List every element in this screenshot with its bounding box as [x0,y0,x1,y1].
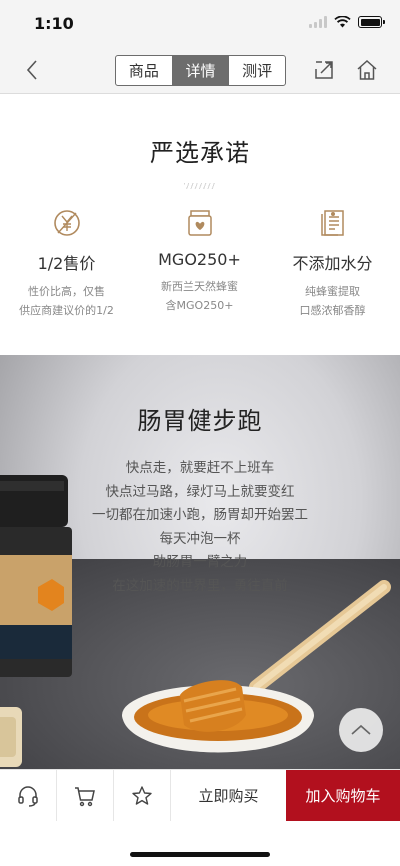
feature-desc: 新西兰天然蜂蜜 含MGO250+ [133,277,266,315]
battery-icon [358,16,385,28]
price-tag-icon [53,210,80,236]
home-indicator-area [0,821,400,866]
share-icon[interactable] [312,58,336,82]
hero-line: 快点过马路，绿灯马上就要变红 [105,483,295,500]
tab-reviews[interactable]: 测评 [228,56,285,85]
hero-title: 肠胃健步跑 [137,407,263,435]
scroll-to-top-button[interactable] [339,708,383,752]
hero-line: 一切都在加速小跑，肠胃却开始罢工 [92,507,308,523]
hero-line: 在这加速的世界里，勇往直前 [112,577,288,594]
document-icon [320,210,344,236]
hero-banner: 肠胃健步跑 快点走，就要赶不上班车 快点过马路，绿灯马上就要变红 一切都在加速小… [0,355,400,769]
cart-button[interactable] [57,770,114,821]
status-time: 1:10 [34,14,74,33]
customer-service-icon [18,785,38,807]
hero-line: 每天冲泡一杯 [159,530,241,547]
chevron-up-icon [351,724,371,735]
feature-desc-line: 含MGO250+ [165,299,234,312]
honey-jar-icon [187,210,212,236]
hero-copy: 快点走，就要赶不上班车 快点过马路，绿灯马上就要变红 一切都在加速小跑，肠胃却开… [0,457,400,598]
feature-title: MGO250+ [158,250,241,269]
feature-item-price: 1/2售价 性价比高，仅售 供应商建议价的1/2 [0,208,133,320]
chevron-left-icon [26,60,37,80]
feature-desc: 纯蜂蜜提取 口感浓郁香醇 [266,282,399,320]
customer-service-button[interactable] [0,770,57,821]
back-button[interactable] [20,58,44,82]
signal-icon [309,16,327,28]
favorite-button[interactable] [114,770,171,821]
cart-icon [75,786,95,806]
tab-product[interactable]: 商品 [116,56,172,85]
feature-desc-line: 性价比高，仅售 [28,285,105,298]
buy-now-button[interactable]: 立即购买 [171,770,286,821]
feature-desc: 性价比高，仅售 供应商建议价的1/2 [0,282,133,320]
feature-title: 不添加水分 [292,254,373,273]
promise-title: 严选承诺 [150,139,250,167]
feature-desc-line: 纯蜂蜜提取 [305,285,360,298]
tab-details[interactable]: 详情 [171,56,229,85]
feature-desc-line: 供应商建议价的1/2 [19,304,114,317]
promise-section: 严选承诺 1/2售价 性价比高，仅售 供应商建议价的1/2 MGO250+ 新西… [0,95,400,355]
hero-line: 助肠胃一臂之力 [152,554,248,570]
feature-item-no-water: 不添加水分 纯蜂蜜提取 口感浓郁香醇 [266,208,399,320]
segment-tabs: 商品 详情 测评 [115,55,286,86]
cookie-image [0,707,22,767]
feature-item-mgo: MGO250+ 新西兰天然蜂蜜 含MGO250+ [133,208,266,315]
honey-bowl-image [122,680,314,753]
nav-bar: 商品 详情 测评 [0,46,400,94]
feature-desc-line: 口感浓郁香醇 [299,304,366,317]
add-to-cart-button[interactable]: 加入购物车 [286,770,400,821]
status-bar: 1:10 [0,0,400,46]
hero-line: 快点走，就要赶不上班车 [125,460,275,476]
star-icon [132,785,152,805]
divider-decoration [184,183,216,189]
status-icons [309,16,385,28]
bottom-action-bar: 立即购买 加入购物车 [0,769,400,821]
wifi-icon [334,16,351,28]
home-icon[interactable] [355,58,379,82]
feature-title: 1/2售价 [37,254,96,273]
home-indicator [130,852,270,857]
feature-desc-line: 新西兰天然蜂蜜 [161,280,238,293]
